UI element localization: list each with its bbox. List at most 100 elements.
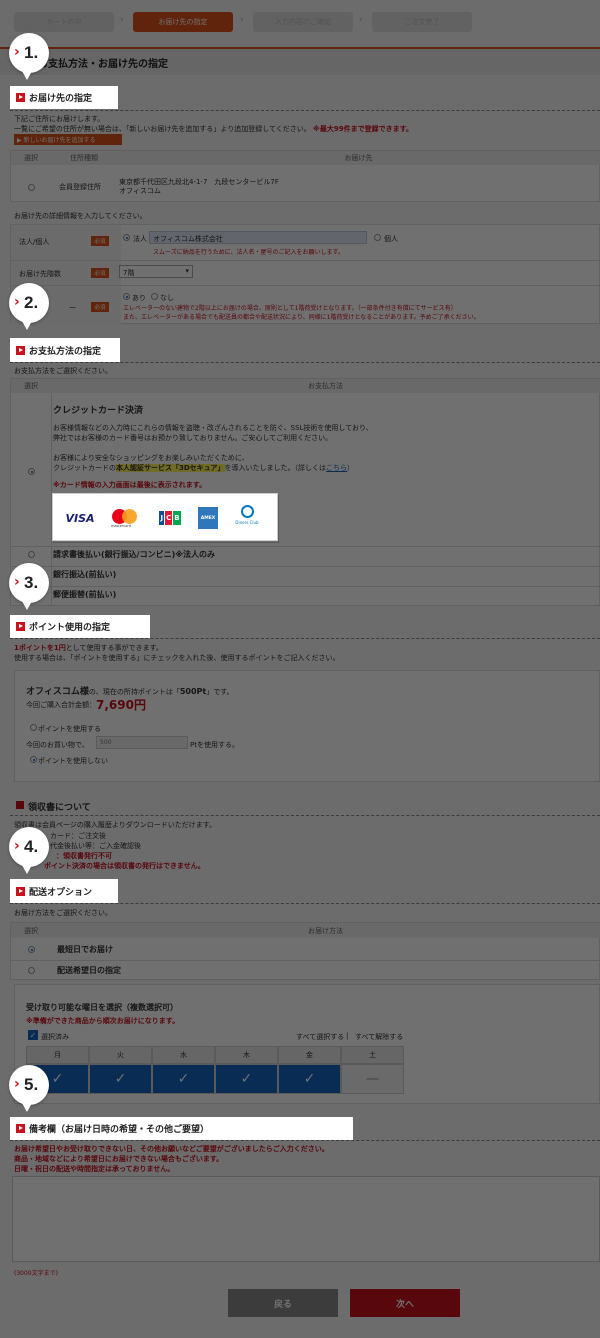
- corp-option-label: 法人: [133, 235, 147, 243]
- step-badge-2: › 2.: [9, 283, 49, 330]
- step-complete: ご注文完了: [372, 12, 472, 32]
- jcb-letter-c: C: [165, 511, 173, 525]
- elevator-yes-radio[interactable]: [123, 293, 130, 300]
- address-line-2: オフィスコム: [119, 187, 161, 195]
- remarks-note-2: 商品・地域などにより希望日にお届けできない場合もございます。: [14, 1155, 224, 1163]
- receipt-heading: 領収書について: [28, 803, 91, 813]
- credit-text-4c: を導入いたしました。（詳しくは: [224, 464, 327, 472]
- heading-payment-text: お支払方法の指定: [29, 346, 102, 357]
- elevator-no-radio[interactable]: [151, 293, 158, 300]
- payment-intro: お支払方法をご選択ください。: [14, 367, 112, 375]
- use-points-radio[interactable]: [30, 724, 37, 731]
- holding-text: の、現在の所持ポイントは「: [88, 688, 180, 696]
- credit-text-4a: クレジットカードの: [53, 464, 116, 472]
- bank-option: 銀行振込(前払い): [53, 570, 117, 579]
- next-button[interactable]: 次へ: [350, 1289, 460, 1317]
- mastercard-icon: mastercard: [110, 507, 140, 529]
- heading-delivery: お届け先の指定: [10, 86, 118, 109]
- chevron-right-icon: ›: [14, 294, 20, 310]
- personal-radio[interactable]: [374, 234, 381, 241]
- credit-title: クレジットカード決済: [53, 406, 144, 416]
- chevron-right-icon: ›: [14, 838, 20, 854]
- delivery-intro-2: 一覧にご希望の住所が無い場合は、「新しいお届け先を追加する」より追加登録してくだ…: [14, 124, 413, 134]
- checkout-page: カートの中 › お届け先の指定 › 入力内容のご確認 › ご注文完了 お支払方法…: [0, 0, 600, 1338]
- heading-points-text: ポイント使用の指定: [29, 623, 111, 633]
- jcb-letter-j: J: [159, 511, 165, 525]
- step-arrow-icon: ›: [120, 15, 124, 25]
- payment-table: 選択 お支払方法 クレジットカード決済 お客様情報などの入力時にこれらの情報を盗…: [10, 378, 600, 606]
- visa-icon: VISA: [65, 511, 95, 525]
- heading-payment: お支払方法の指定: [10, 338, 120, 362]
- receipt-line-3: 代金後払い等：ご入金確認後: [50, 842, 141, 850]
- badge-number: 5.: [24, 1075, 39, 1094]
- jcb-icon: JCB: [155, 507, 185, 529]
- row-divider: [11, 586, 600, 587]
- play-icon: [16, 345, 25, 355]
- points-rate-text: として使用する事ができます。: [65, 644, 163, 652]
- remarks-note-3: 日曜・祝日の配送や時間指定は承っておりません。: [14, 1165, 175, 1173]
- elevator-no-label: なし: [160, 294, 174, 302]
- invoice-option: 請求書後払い(銀行振込/コンビニ)※法人のみ: [53, 550, 216, 559]
- receipt-heading-icon: [16, 801, 24, 809]
- jcb-letter-b: B: [173, 511, 181, 525]
- clear-all-link[interactable]: すべて解除する: [355, 1032, 403, 1042]
- corp-label: 法人/個人: [19, 238, 50, 246]
- floor-select[interactable]: 7階 ▾: [119, 265, 193, 278]
- floor-label: お届け先階数: [19, 270, 61, 278]
- mastercard-label: mastercard: [111, 524, 131, 528]
- divider: [10, 362, 600, 363]
- diners-label: Diners Club: [235, 520, 259, 525]
- credit-text-1: お客様情報などの入力時にこれらの情報を盗聴・改ざんされることを防ぐ、SSL技術を…: [53, 424, 373, 432]
- add-address-button[interactable]: ▶ 新しいお届け先を追加する: [14, 134, 122, 145]
- details-link[interactable]: こちら: [326, 464, 347, 472]
- postal-option: 郵便振替(前払い): [53, 590, 117, 599]
- day-tue-header: 火: [89, 1046, 152, 1064]
- points-amount-input[interactable]: [96, 736, 188, 749]
- step-arrow-icon: ›: [359, 15, 363, 25]
- chevron-right-icon: ›: [14, 44, 20, 60]
- selected-checkbox-icon: ✓: [28, 1030, 38, 1040]
- credit-radio[interactable]: [28, 468, 35, 475]
- detail-table: 法人/個人 必須 法人 オフィスコム株式会社 個人 スムーズに納品を行うために、…: [10, 224, 600, 325]
- address-radio[interactable]: [28, 184, 35, 191]
- row-divider: [11, 960, 600, 961]
- badge-number: 1.: [24, 43, 39, 62]
- divider: [10, 638, 600, 639]
- points-intro-1: 1ポイントを1円として使用する事ができます。: [14, 643, 163, 653]
- select-all-link[interactable]: すべて選択する: [296, 1032, 344, 1042]
- row-divider: [11, 546, 600, 547]
- back-button[interactable]: 戻る: [228, 1289, 338, 1317]
- use-points-label: ポイントを使用する: [38, 725, 101, 733]
- weekday-title: 受け取り可能な曜日を選択（複数選択可）: [26, 1003, 178, 1012]
- diners-club-icon: Diners Club: [232, 505, 262, 530]
- credit-text-4: クレジットカードの本人認証サービス「3Dセキュア」を導入いたしました。（詳しくは…: [53, 463, 354, 473]
- floor-select-value: 7階: [123, 269, 135, 277]
- receipt-line-4: ：領収書発行不可: [56, 852, 112, 860]
- col-select: 選択: [11, 151, 51, 165]
- chevron-down-icon: ▾: [185, 267, 189, 275]
- day-wed-checkbox[interactable]: ✓: [152, 1064, 215, 1094]
- row-divider: [11, 285, 600, 286]
- points-intro-2: 使用する場合は、「ポイントを使用する」にチェックを入れた後、使用するポイントをご…: [14, 654, 340, 662]
- heading-shipping-text: 配送オプション: [29, 887, 93, 898]
- invoice-radio[interactable]: [28, 551, 35, 558]
- fastest-radio[interactable]: [28, 946, 35, 953]
- badge-number: 4.: [24, 837, 39, 856]
- no-points-radio[interactable]: [30, 756, 37, 763]
- remarks-limit: (3000文字まで): [14, 1270, 58, 1277]
- weekday-note: ※準備ができた商品から順次お届けになります。: [26, 1017, 180, 1025]
- day-tue-checkbox[interactable]: ✓: [89, 1064, 152, 1094]
- remarks-note-1: お届け希望日やお受け取りできない日、その他お願いなどご要望がございましたらご入力…: [14, 1145, 329, 1153]
- remarks-textarea[interactable]: [12, 1176, 600, 1262]
- row-divider: [11, 260, 600, 261]
- day-thu-checkbox[interactable]: ✓: [215, 1064, 278, 1094]
- receipt-line-5: ポイント決済の場合は領収書の発行はできません。: [44, 862, 205, 870]
- date-radio[interactable]: [28, 967, 35, 974]
- row-divider: [11, 566, 600, 567]
- day-sat-checkbox[interactable]: —: [341, 1064, 404, 1094]
- heading-shipping: 配送オプション: [10, 879, 118, 903]
- corp-name-input[interactable]: オフィスコム株式会社: [149, 231, 367, 244]
- corp-radio[interactable]: [123, 234, 130, 241]
- day-fri-checkbox[interactable]: ✓: [278, 1064, 341, 1094]
- chevron-right-icon: ›: [14, 574, 20, 590]
